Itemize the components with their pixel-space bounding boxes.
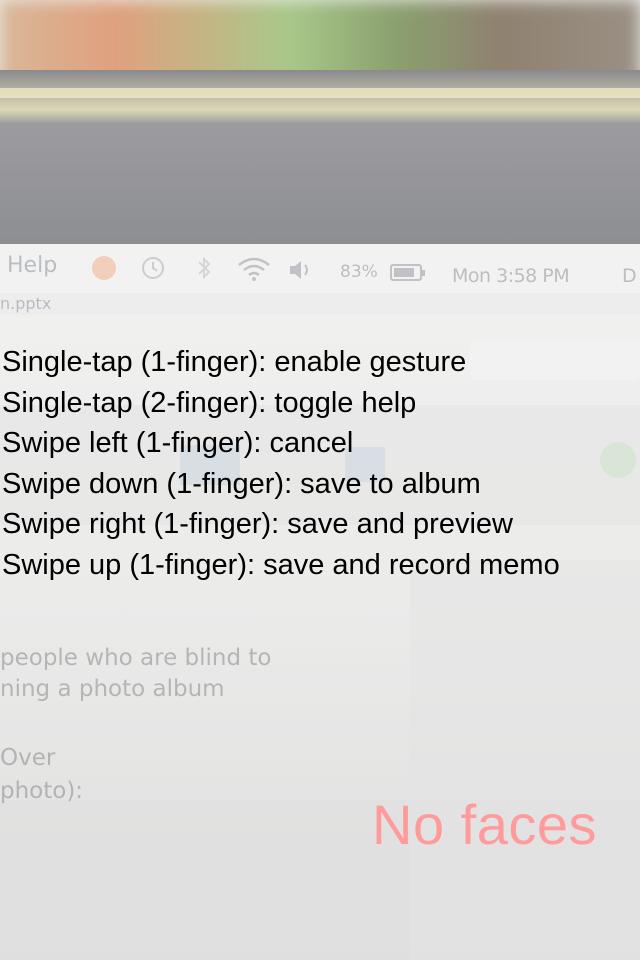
bluetooth-icon [198, 256, 211, 280]
slide-text-line: Over [0, 745, 56, 771]
battery-percent: 83% [340, 262, 378, 282]
help-line-swipe-down: Swipe down (1-finger): save to album [2, 467, 481, 500]
slide-text-line: photo): [0, 778, 84, 804]
volume-icon [290, 261, 308, 279]
slide-text-line: ning a photo album [0, 676, 225, 702]
window-filename: n.pptx [0, 294, 52, 313]
slide-text-line: people who are blind to [0, 645, 272, 671]
help-line-swipe-up: Swipe up (1-finger): save and record mem… [2, 548, 560, 581]
menubar-clock: Mon 3:58 PM [452, 265, 570, 287]
help-line-swipe-left: Swipe left (1-finger): cancel [2, 427, 354, 459]
menubar-cut-off: D [622, 265, 637, 287]
menubar-help: Help [7, 253, 58, 278]
face-detection-status: No faces [372, 793, 597, 856]
help-line-single-tap-1: Single-tap (1-finger): enable gesture [2, 346, 467, 378]
help-line-single-tap-2: Single-tap (2-finger): toggle help [2, 386, 417, 419]
gesture-help-overlay[interactable]: Single-tap (1-finger): enable gesture Si… [2, 342, 622, 585]
battery-icon [390, 264, 425, 281]
app-icon [92, 256, 116, 280]
help-line-swipe-right: Swipe right (1-finger): save and preview [2, 508, 513, 540]
time-machine-icon [142, 257, 164, 279]
wifi-icon [238, 257, 270, 281]
